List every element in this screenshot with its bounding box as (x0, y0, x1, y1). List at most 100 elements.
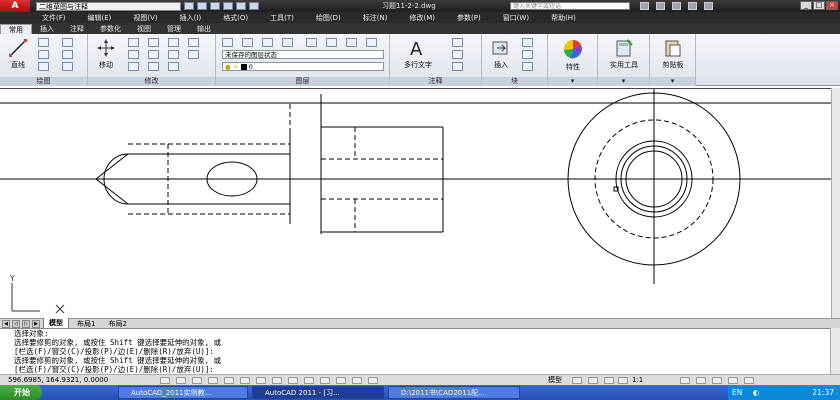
ortho-icon[interactable] (208, 377, 218, 384)
block-group-label[interactable]: 块 (482, 77, 547, 86)
transparency-icon[interactable] (336, 377, 346, 384)
clock[interactable]: 21:37 (812, 385, 834, 400)
offset-icon[interactable] (188, 50, 199, 59)
tab-annotate[interactable]: 注释 (62, 24, 92, 34)
3dosnap-icon[interactable] (256, 377, 266, 384)
menu-format[interactable]: 格式(O) (223, 13, 248, 23)
edit-block-icon[interactable] (522, 50, 533, 59)
menu-draw[interactable]: 绘图(D) (316, 13, 341, 23)
infer-constraints-icon[interactable] (160, 377, 170, 384)
insert-button[interactable]: 插入 (486, 38, 516, 70)
tab-layout2[interactable]: 布局2 (103, 319, 131, 329)
clean-screen-icon[interactable] (744, 377, 754, 384)
rectangle-icon[interactable] (62, 38, 73, 47)
stretch-icon[interactable] (128, 62, 139, 71)
taskbar-item-doc[interactable]: AutoCAD_2011实例教... (118, 386, 248, 399)
tab-home[interactable]: 常用 (0, 24, 32, 34)
explode-icon[interactable] (188, 38, 199, 47)
lock-icon[interactable] (696, 377, 706, 384)
command-scrollbar[interactable] (830, 328, 840, 374)
osnap-icon[interactable] (240, 377, 250, 384)
close-button[interactable]: × (826, 1, 838, 10)
layer-state-select[interactable]: 未保存的图层状态 (222, 50, 384, 59)
search-input[interactable]: 键入关键字或短语 (510, 2, 630, 10)
snap-icon[interactable] (176, 377, 186, 384)
menu-view[interactable]: 视图(V) (133, 13, 157, 23)
hatch-icon[interactable] (62, 50, 73, 59)
mtext-button[interactable]: A 多行文字 (396, 38, 440, 70)
layer-icon[interactable] (242, 38, 253, 47)
attribute-icon[interactable] (522, 62, 533, 71)
quick-view-drawings-icon[interactable] (588, 377, 598, 384)
properties-button[interactable]: 特性 (554, 38, 592, 72)
tab-output[interactable]: 输出 (189, 24, 219, 34)
redo-icon[interactable] (236, 2, 246, 10)
cad-drawing[interactable]: Y (0, 89, 831, 319)
polar-icon[interactable] (224, 377, 234, 384)
minimize-button[interactable]: _ (800, 1, 812, 10)
leader-icon[interactable] (452, 50, 463, 59)
tab-insert[interactable]: 插入 (32, 24, 62, 34)
save-icon[interactable] (210, 2, 220, 10)
communication-icon[interactable] (672, 2, 681, 10)
mirror-icon[interactable] (148, 50, 159, 59)
menu-tools[interactable]: 工具(T) (270, 13, 294, 23)
taskbar-item-autocad[interactable]: AutoCAD 2011 - [习... (252, 386, 384, 399)
array-icon[interactable] (168, 62, 179, 71)
table-icon[interactable] (452, 62, 463, 71)
open-icon[interactable] (197, 2, 207, 10)
otrack-icon[interactable] (272, 377, 282, 384)
utilities-button[interactable]: 实用工具 (602, 38, 646, 70)
first-tab-icon[interactable]: ◀ (2, 319, 10, 328)
layer-icon[interactable] (282, 38, 293, 47)
layer-icon[interactable] (262, 38, 273, 47)
tab-parametric[interactable]: 参数化 (92, 24, 129, 34)
clipboard-button[interactable]: 剪贴板 (654, 38, 692, 70)
prev-tab-icon[interactable]: ◁ (12, 319, 20, 328)
drawing-canvas[interactable]: Y (0, 88, 840, 318)
menu-help[interactable]: 帮助(H) (551, 13, 576, 23)
menu-modify[interactable]: 修改(M) (409, 13, 435, 23)
last-tab-icon[interactable]: ▶ (32, 319, 40, 328)
layer-select[interactable]: ● ☼ 0 (222, 62, 384, 71)
ducs-icon[interactable] (288, 377, 298, 384)
trim-icon[interactable] (148, 38, 159, 47)
circle-icon[interactable] (38, 50, 49, 59)
properties-group-expander[interactable]: ▾ (548, 77, 597, 86)
hardware-acceleration-icon[interactable] (728, 377, 738, 384)
search-icon[interactable] (640, 2, 649, 10)
grid-icon[interactable] (192, 377, 202, 384)
undo-icon[interactable] (223, 2, 233, 10)
menu-window[interactable]: 窗口(W) (503, 13, 529, 23)
dyn-icon[interactable] (304, 377, 314, 384)
create-block-icon[interactable] (522, 38, 533, 47)
menu-dimension[interactable]: 标注(N) (363, 13, 388, 23)
menu-insert[interactable]: 插入(I) (180, 13, 202, 23)
layer-icon[interactable] (346, 38, 357, 47)
layer-icon[interactable] (306, 38, 317, 47)
clipboard-group-expander[interactable]: ▾ (650, 77, 695, 86)
selection-cycling-icon[interactable] (368, 377, 378, 384)
tab-view[interactable]: 视图 (129, 24, 159, 34)
start-button[interactable]: 开始 (0, 385, 42, 400)
vertical-scrollbar[interactable] (831, 88, 840, 318)
move-button[interactable]: 移动 (92, 38, 120, 70)
pan-icon[interactable] (604, 377, 614, 384)
linear-dimension-icon[interactable] (452, 38, 463, 47)
quick-properties-icon[interactable] (352, 377, 362, 384)
scale-icon[interactable] (148, 62, 159, 71)
command-line[interactable]: 选择对象: 选择要修剪的对象, 或按住 Shift 键选择要延伸的对象, 或 [… (0, 328, 830, 374)
subscription-icon[interactable] (656, 2, 665, 10)
utilities-group-expander[interactable]: ▾ (598, 77, 649, 86)
quick-view-layouts-icon[interactable] (572, 377, 582, 384)
help-icon[interactable] (704, 2, 713, 10)
layer-icon[interactable] (366, 38, 377, 47)
print-icon[interactable] (249, 2, 259, 10)
annotation-scale-icon[interactable] (618, 377, 628, 384)
language-indicator[interactable]: EN (732, 388, 742, 397)
lineweight-icon[interactable] (320, 377, 330, 384)
tab-layout1[interactable]: 布局1 (72, 319, 100, 329)
polyline-icon[interactable] (38, 38, 49, 47)
line-button[interactable]: 直线 (4, 38, 32, 70)
new-icon[interactable] (184, 2, 194, 10)
